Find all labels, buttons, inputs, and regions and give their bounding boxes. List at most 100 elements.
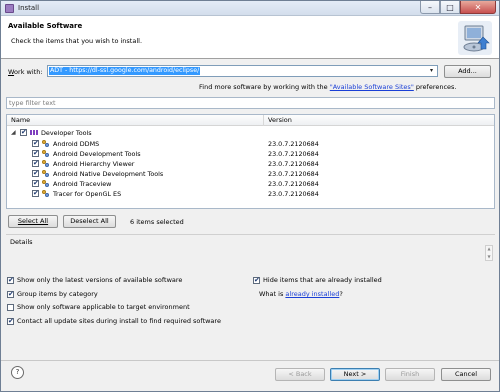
checkmark-icon: ✔	[33, 169, 39, 177]
work-with-combo[interactable]: ADT - https://dl-ssl.google.com/android/…	[47, 65, 438, 77]
item-checkbox[interactable]: ✔	[32, 139, 39, 147]
help-icon[interactable]: ?	[11, 366, 24, 379]
column-header-version[interactable]: Version	[268, 116, 292, 124]
install-software-wizard-icon	[458, 21, 492, 55]
item-name: Android Traceview	[53, 180, 112, 188]
item-checkbox[interactable]: ✔	[32, 159, 39, 167]
what-is-installed-text: What is already installed?	[259, 290, 343, 298]
work-with-label: Work with:	[8, 68, 43, 76]
checkmark-icon: ✔	[33, 149, 39, 157]
filter-input[interactable]: type filter text	[6, 97, 495, 109]
what-is-prefix: What is	[259, 290, 286, 298]
cancel-button[interactable]: Cancel	[441, 368, 491, 381]
selection-count: 6 items selected	[130, 218, 184, 226]
table-row[interactable]: ✔ Android Native Development Tools 23.0.…	[7, 169, 494, 179]
install-app-icon	[5, 4, 14, 13]
item-name: Tracer for OpenGL ES	[53, 190, 122, 198]
option-label: Hide items that are already installed	[263, 276, 382, 284]
item-name: Android DDMS	[53, 140, 100, 148]
title-bar: Install – □ ✕	[1, 1, 499, 16]
maximize-button[interactable]: □	[440, 1, 460, 14]
deselect-all-label: Deselect All	[70, 217, 109, 225]
find-more-prefix: Find more software by working with the	[199, 83, 330, 91]
feature-plugin-icon	[42, 140, 50, 147]
item-checkbox[interactable]: ✔	[32, 189, 39, 197]
finish-button[interactable]: Finish	[385, 368, 435, 381]
wizard-banner: Available Software Check the items that …	[1, 16, 499, 59]
checkmark-icon: ✔	[254, 276, 260, 284]
checkmark-icon: ✔	[21, 128, 27, 136]
table-row[interactable]: ✔ Android Hierarchy Viewer 23.0.7.212068…	[7, 159, 494, 169]
next-button[interactable]: Next >	[330, 368, 380, 381]
close-button[interactable]: ✕	[460, 1, 496, 14]
option-label: Group items by category	[17, 290, 98, 298]
scroll-down-icon[interactable]: ▼	[486, 255, 492, 259]
deselect-all-button[interactable]: Deselect All	[63, 215, 116, 228]
feature-plugin-icon	[42, 190, 50, 197]
item-version: 23.0.7.2120684	[268, 150, 319, 158]
page-description: Check the items that you wish to install…	[11, 37, 143, 45]
column-divider[interactable]	[263, 115, 264, 126]
item-version: 23.0.7.2120684	[268, 170, 319, 178]
already-installed-link[interactable]: already installed	[285, 290, 339, 298]
option-checkbox[interactable]: ✔	[7, 276, 14, 284]
chevron-down-icon[interactable]: ▾	[427, 67, 436, 75]
option-label: Contact all update sites during install …	[17, 317, 221, 325]
checkmark-icon: ✔	[33, 179, 39, 187]
filter-placeholder: type filter text	[9, 99, 56, 107]
expand-arrow-icon[interactable]: ◢	[11, 129, 16, 136]
tree-group-row[interactable]: ◢ ✔ Developer Tools	[7, 128, 494, 138]
group-checkbox[interactable]: ✔	[20, 128, 27, 136]
item-version: 23.0.7.2120684	[268, 180, 319, 188]
add-site-button[interactable]: Add...	[444, 65, 491, 78]
item-checkbox[interactable]: ✔	[32, 179, 39, 187]
install-dialog: Install – □ ✕ Available Software Check t…	[0, 0, 500, 392]
checkmark-icon: ✔	[33, 139, 39, 147]
table-row[interactable]: ✔ Android Development Tools 23.0.7.21206…	[7, 149, 494, 159]
select-all-label: Select All	[17, 217, 49, 225]
footer-divider	[1, 360, 499, 361]
feature-plugin-icon	[42, 180, 50, 187]
minimize-icon: –	[428, 3, 432, 12]
table-row[interactable]: ✔ Tracer for OpenGL ES 23.0.7.2120684	[7, 189, 494, 199]
checkmark-icon: ✔	[8, 317, 14, 325]
details-scrollbar[interactable]: ▲ ▼	[485, 245, 493, 261]
table-row[interactable]: ✔ Android Traceview 23.0.7.2120684	[7, 179, 494, 189]
table-row[interactable]: ✔ Android DDMS 23.0.7.2120684	[7, 139, 494, 149]
item-name: Android Native Development Tools	[53, 170, 164, 178]
item-version: 23.0.7.2120684	[268, 190, 319, 198]
option-checkbox[interactable]: ✔	[253, 276, 260, 284]
feature-plugin-icon	[42, 170, 50, 177]
item-name: Android Development Tools	[53, 150, 141, 158]
select-all-button[interactable]: Select All	[8, 215, 58, 228]
find-more-text: Find more software by working with the "…	[199, 83, 457, 91]
item-version: 23.0.7.2120684	[268, 140, 319, 148]
details-label: Details	[10, 238, 33, 246]
details-area	[6, 234, 495, 264]
what-is-suffix: ?	[339, 290, 343, 298]
option-label: Show only software applicable to target …	[17, 303, 190, 311]
checkmark-icon: ✔	[8, 290, 14, 298]
available-software-sites-link[interactable]: "Available Software Sites"	[330, 83, 414, 91]
group-name: Developer Tools	[41, 129, 92, 137]
software-tree-table[interactable]: Name Version ◢ ✔ Developer Tools ✔ Andro…	[6, 114, 495, 209]
item-name: Android Hierarchy Viewer	[53, 160, 135, 168]
option-checkbox[interactable]	[7, 304, 14, 311]
option-checkbox[interactable]: ✔	[7, 317, 14, 325]
checkmark-icon: ✔	[8, 276, 14, 284]
page-title: Available Software	[8, 22, 83, 30]
item-checkbox[interactable]: ✔	[32, 149, 39, 157]
column-header-name[interactable]: Name	[11, 116, 30, 124]
checkmark-icon: ✔	[33, 159, 39, 167]
item-checkbox[interactable]: ✔	[32, 169, 39, 177]
close-icon: ✕	[474, 3, 482, 12]
item-version: 23.0.7.2120684	[268, 160, 319, 168]
back-button[interactable]: < Back	[275, 368, 325, 381]
feature-plugin-icon	[42, 150, 50, 157]
option-checkbox[interactable]: ✔	[7, 290, 14, 298]
work-with-value: ADT - https://dl-ssl.google.com/android/…	[49, 67, 201, 75]
minimize-button[interactable]: –	[420, 1, 440, 14]
checkmark-icon: ✔	[33, 189, 39, 197]
category-folder-icon	[30, 130, 38, 135]
scroll-up-icon[interactable]: ▲	[486, 247, 492, 251]
